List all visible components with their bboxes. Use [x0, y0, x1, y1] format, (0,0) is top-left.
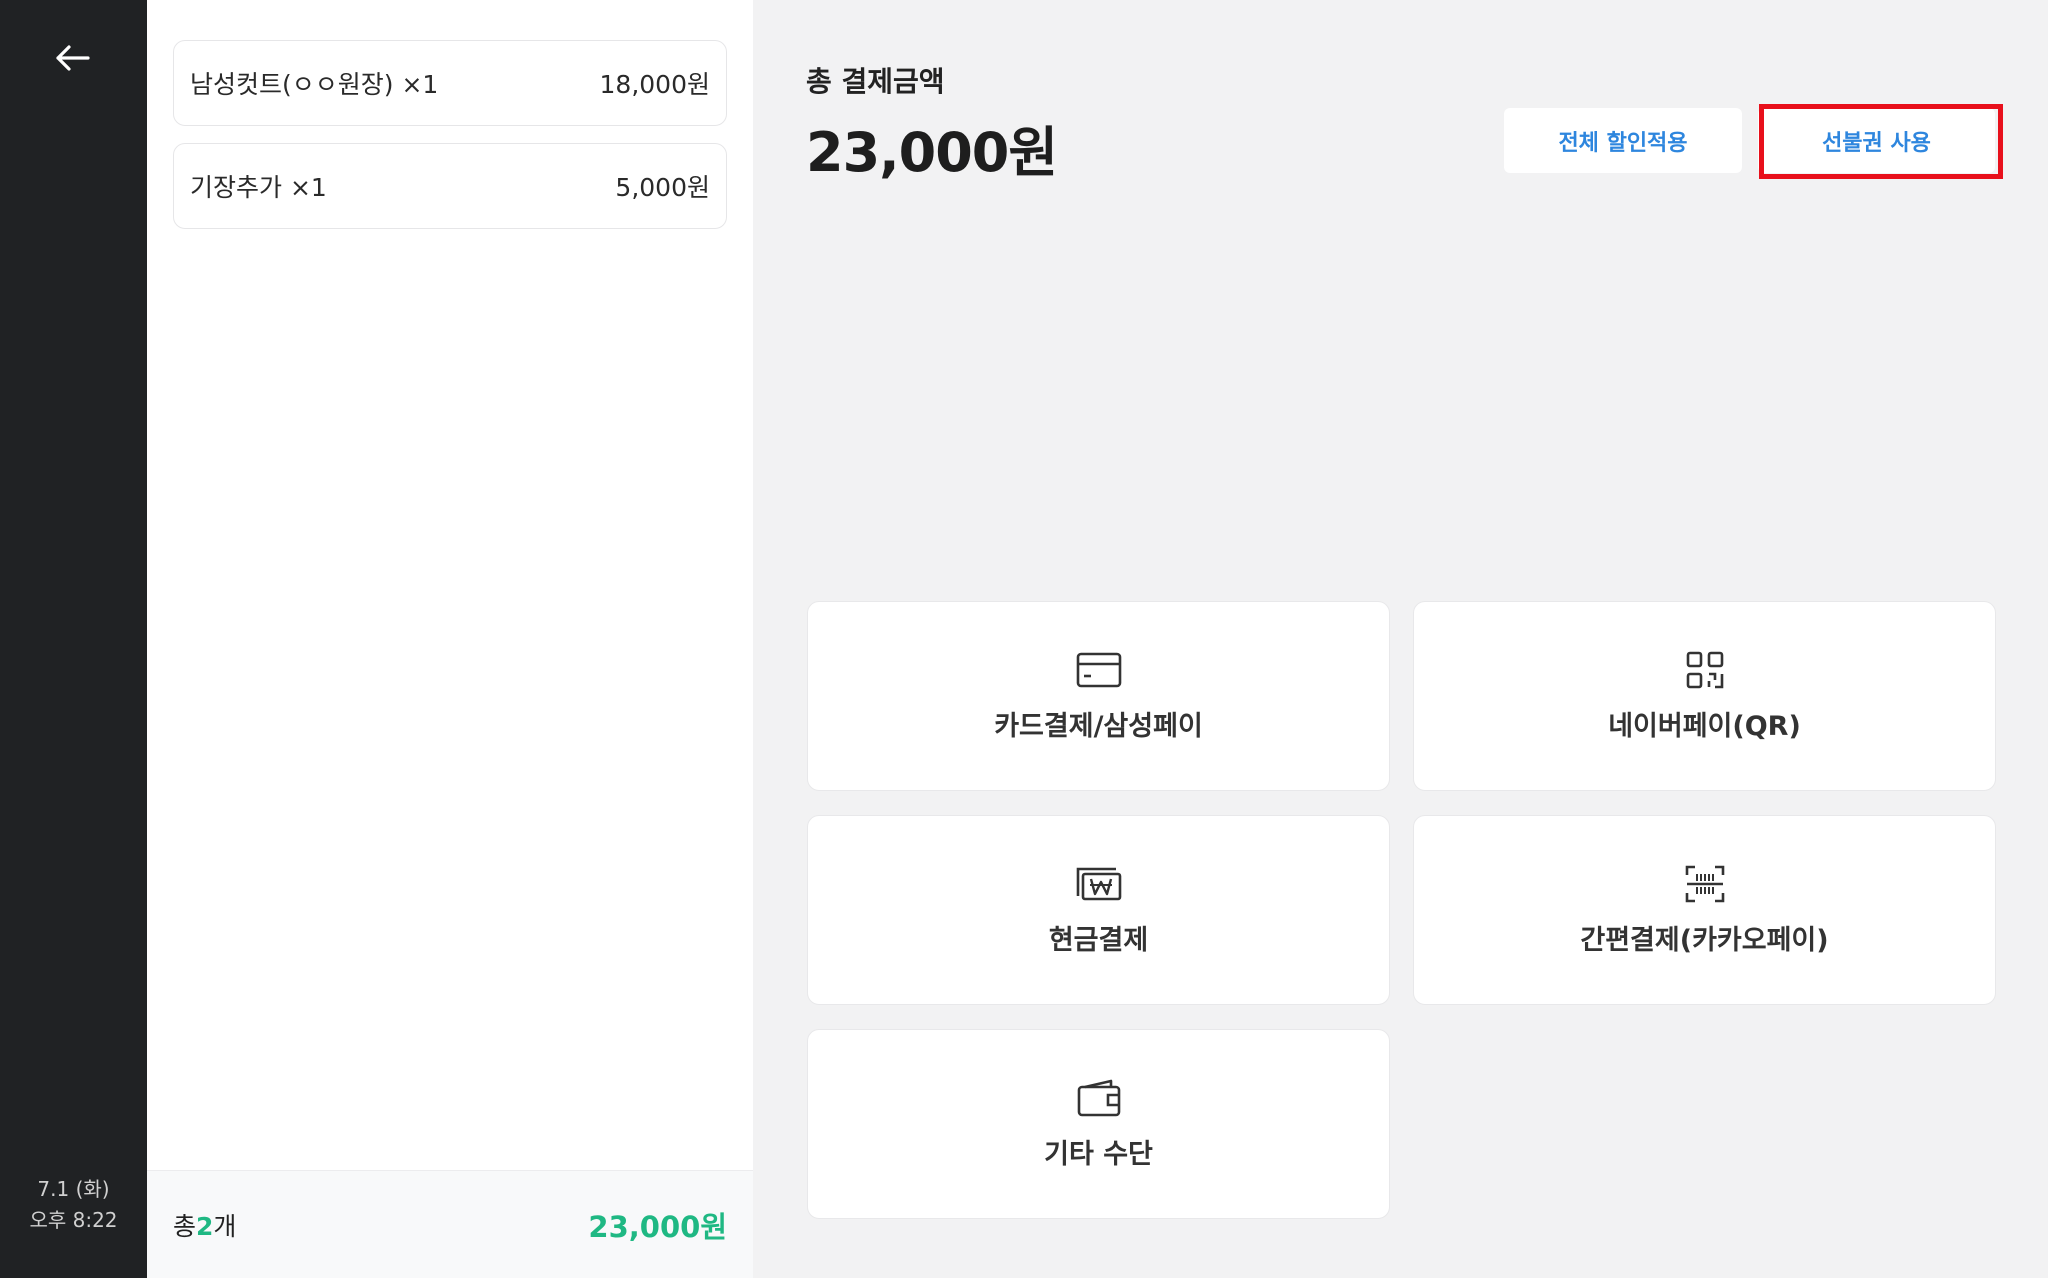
time-text: 오후 8:22 [29, 1208, 118, 1232]
count-prefix: 총 [173, 1211, 197, 1241]
date-time-display: 7.1 (화) 오후 8:22 [0, 1174, 147, 1236]
card-payment-label: 카드결제/삼성페이 [994, 710, 1203, 742]
wallet-icon [1077, 1078, 1121, 1118]
cash-payment-button[interactable]: 현금결제 [807, 815, 1390, 1005]
order-item[interactable]: 남성컷트(ㅇㅇ원장) ×1 18,000원 [173, 40, 727, 126]
item-count: 총2개 [173, 1207, 236, 1243]
left-rail: 7.1 (화) 오후 8:22 [0, 0, 147, 1278]
naverpay-qr-button[interactable]: 네이버페이(QR) [1413, 601, 1996, 791]
count-suffix: 개 [213, 1211, 237, 1241]
cash-won-icon [1075, 864, 1123, 904]
date-text: 7.1 (화) [37, 1177, 110, 1201]
apply-discount-button[interactable]: 전체 할인적용 [1504, 108, 1742, 173]
order-total: 23,000원 [588, 1209, 727, 1244]
order-item-price: 5,000원 [615, 173, 710, 202]
order-item-name: 기장추가 ×1 [190, 173, 327, 202]
payment-screen: 7.1 (화) 오후 8:22 남성컷트(ㅇㅇ원장) ×1 18,000원 기장… [0, 0, 2048, 1278]
kakaopay-button[interactable]: 간편결제(카카오페이) [1413, 815, 1996, 1005]
total-label: 총 결제금액 [806, 65, 945, 98]
other-payment-label: 기타 수단 [1044, 1138, 1153, 1170]
kakaopay-label: 간편결제(카카오페이) [1580, 924, 1829, 956]
naverpay-qr-label: 네이버페이(QR) [1608, 710, 1801, 742]
card-payment-button[interactable]: 카드결제/삼성페이 [807, 601, 1390, 791]
count-value: 2 [196, 1211, 214, 1241]
qr-code-icon [1686, 650, 1724, 690]
payment-main: 총 결제금액 23,000원 전체 할인적용 선불권 사용 카드결제/삼성페이 [753, 0, 2048, 1278]
back-button[interactable] [44, 30, 100, 86]
other-payment-button[interactable]: 기타 수단 [807, 1029, 1390, 1219]
order-item-price: 18,000원 [599, 70, 710, 99]
order-item-name: 남성컷트(ㅇㅇ원장) ×1 [190, 70, 439, 99]
order-panel: 남성컷트(ㅇㅇ원장) ×1 18,000원 기장추가 ×1 5,000원 총2개… [147, 0, 753, 1278]
cash-payment-label: 현금결제 [1048, 924, 1149, 956]
use-voucher-button[interactable]: 선불권 사용 [1758, 108, 1995, 173]
order-item[interactable]: 기장추가 ×1 5,000원 [173, 143, 727, 229]
total-amount: 23,000원 [806, 121, 1058, 184]
barcode-scan-icon [1685, 864, 1725, 904]
back-arrow-icon [56, 45, 90, 71]
credit-card-icon [1076, 650, 1122, 690]
order-footer: 총2개 23,000원 [147, 1170, 753, 1278]
